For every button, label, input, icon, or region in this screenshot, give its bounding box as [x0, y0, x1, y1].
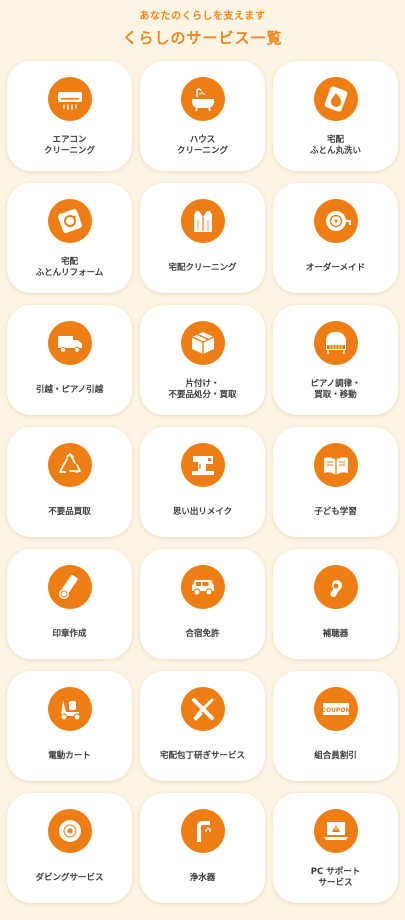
service-card-knife-sharpening[interactable]: 宅配包丁研ぎサービス	[140, 671, 265, 781]
water-faucet-icon	[180, 809, 225, 853]
page-header: あなたのくらしを支えます くらしのサービス一覧	[0, 0, 405, 48]
service-card-electric-cart[interactable]: 電動カート	[7, 671, 132, 781]
air-conditioner-icon	[47, 77, 92, 121]
piano-icon	[313, 321, 358, 365]
service-label: 宅配クリーニング	[168, 262, 237, 273]
service-label: 思い出リメイク	[172, 506, 233, 517]
service-card-pc-support[interactable]: PC サポート サービス	[273, 793, 398, 903]
service-label: 引越・ピアノ引越	[35, 384, 104, 395]
knife-sharpening-icon	[180, 687, 225, 731]
service-card-piano-tuning[interactable]: ピアノ調律・ 買取・移動	[273, 305, 398, 415]
service-card-futon-reform[interactable]: 宅配 ふとんリフォーム	[7, 183, 132, 293]
service-label: オーダーメイド	[305, 262, 366, 273]
service-card-home-delivery-cleaning[interactable]: 宅配クリーニング	[140, 183, 265, 293]
service-card-driving-camp[interactable]: 合宿免許	[140, 549, 265, 659]
page-subtitle: あなたのくらしを支えます	[139, 11, 266, 22]
service-card-moving[interactable]: 引越・ピアノ引越	[7, 305, 132, 415]
stamp-icon	[47, 565, 92, 609]
service-label: 合宿免許	[185, 628, 220, 639]
tape-measure-icon	[313, 199, 358, 243]
service-card-house-cleaning[interactable]: ハウス クリーニング	[140, 61, 265, 171]
mobility-scooter-icon	[47, 687, 92, 731]
service-label: 子ども学習	[314, 506, 357, 517]
service-label: ハウス クリーニング	[176, 135, 228, 156]
page-title: くらしのサービス一覧	[122, 29, 283, 47]
service-label: 補聴器	[322, 628, 349, 639]
truck-icon	[47, 321, 92, 365]
service-label: 浄水器	[189, 872, 216, 883]
car-icon	[180, 565, 225, 609]
service-label: エアコン クリーニング	[43, 135, 95, 156]
recycle-icon	[47, 443, 92, 487]
box-icon	[180, 321, 225, 365]
service-card-hearing-aid[interactable]: 補聴器	[273, 549, 398, 659]
service-label: 宅配包丁研ぎサービス	[159, 750, 245, 761]
service-card-futon-wash[interactable]: 宅配 ふとん丸洗い	[273, 61, 398, 171]
service-label: 電動カート	[48, 750, 91, 761]
service-card-memory-remake[interactable]: 思い出リメイク	[140, 427, 265, 537]
service-label: 宅配 ふとん丸洗い	[309, 135, 361, 156]
pc-support-icon	[313, 809, 358, 853]
service-label: ダビングサービス	[35, 872, 104, 883]
shirt-icon	[180, 199, 225, 243]
futon-reform-icon	[47, 199, 92, 243]
service-card-seal-making[interactable]: 印章作成	[7, 549, 132, 659]
services-page: あなたのくらしを支えます くらしのサービス一覧 エアコン クリーニング ハウス …	[0, 0, 405, 920]
service-label: 組合員割引	[314, 750, 357, 761]
disc-icon	[47, 809, 92, 853]
service-card-kids-learning[interactable]: 子ども学習	[273, 427, 398, 537]
service-card-air-conditioner-cleaning[interactable]: エアコン クリーニング	[7, 61, 132, 171]
service-label: PC サポート サービス	[310, 867, 361, 888]
service-label: 宅配 ふとんリフォーム	[35, 257, 104, 278]
service-label: 印章作成	[52, 628, 87, 639]
hearing-aid-icon	[313, 565, 358, 609]
bathtub-icon	[180, 77, 225, 121]
service-card-unwanted-goods-purchase[interactable]: 不要品買取	[7, 427, 132, 537]
coupon-icon: COUPON	[313, 687, 358, 731]
service-card-made-to-order[interactable]: オーダーメイド	[273, 183, 398, 293]
services-grid: エアコン クリーニング ハウス クリーニング 宅配 ふとん丸洗い 宅配 ふとんリ…	[7, 61, 398, 903]
service-card-member-discount[interactable]: COUPON 組合員割引	[273, 671, 398, 781]
service-card-dubbing[interactable]: ダビングサービス	[7, 793, 132, 903]
sewing-machine-icon	[180, 443, 225, 487]
service-label: 不要品買取	[48, 506, 91, 517]
service-card-tidying-disposal[interactable]: 片付け・ 不要品処分・買取	[140, 305, 265, 415]
service-label: ピアノ調律・ 買取・移動	[310, 379, 361, 400]
service-label: 片付け・ 不要品処分・買取	[168, 379, 237, 400]
service-card-water-purifier[interactable]: 浄水器	[140, 793, 265, 903]
book-icon	[313, 443, 358, 487]
svg-text:COUPON: COUPON	[321, 707, 350, 714]
futon-wash-icon	[313, 77, 358, 121]
